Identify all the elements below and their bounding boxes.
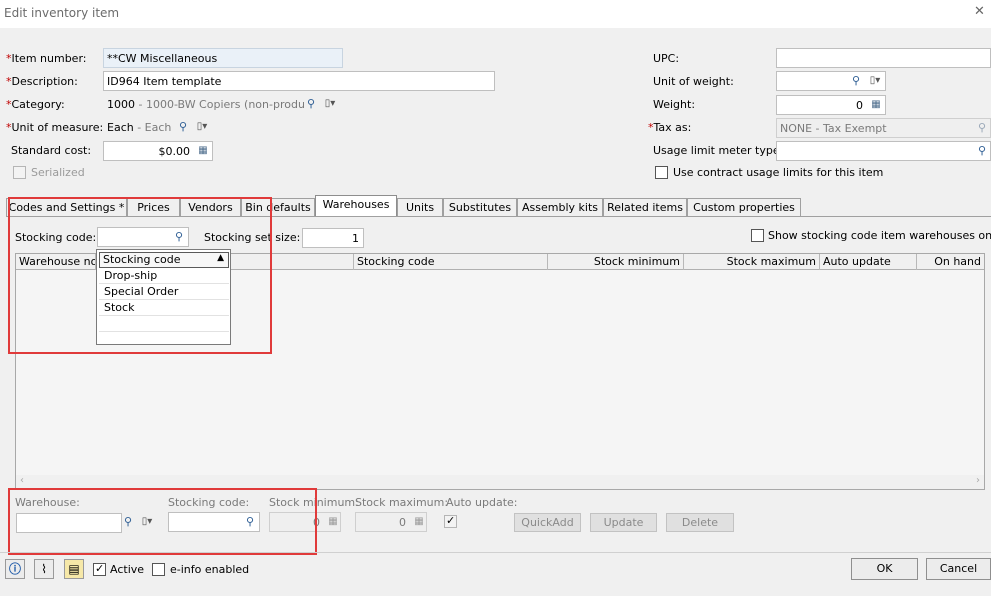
tab-custom-properties[interactable]: Custom properties bbox=[687, 198, 801, 216]
active-checkbox[interactable] bbox=[93, 562, 106, 576]
cancel-button[interactable]: Cancel bbox=[926, 558, 991, 580]
info-icon[interactable]: ⓘ bbox=[5, 559, 25, 579]
stocking-code-filter-label: Stocking code: bbox=[15, 231, 97, 244]
tab-assembly-kits[interactable]: Assembly kits bbox=[517, 198, 603, 216]
calculator-icon[interactable]: ▦ bbox=[326, 515, 340, 529]
active-label: Active bbox=[110, 563, 145, 576]
tab-bin-defaults[interactable]: Bin defaults bbox=[241, 198, 315, 216]
weight-field[interactable]: 0 ▦ bbox=[776, 95, 886, 115]
stocking-code-dropdown[interactable]: Stocking code ▲ Drop-ship Special Order … bbox=[96, 249, 231, 345]
search-icon[interactable]: ⚲ bbox=[243, 515, 257, 529]
ok-button[interactable]: OK bbox=[851, 558, 918, 580]
upc-label: UPC: bbox=[653, 52, 680, 65]
dropdown-option-special-order[interactable]: Special Order bbox=[99, 284, 229, 300]
col-auto-update[interactable]: Auto update bbox=[820, 254, 917, 270]
lookup-dropdown-icon[interactable]: ▯▾ bbox=[865, 74, 885, 88]
contract-usage-label: Use contract usage limits for this item bbox=[673, 166, 884, 179]
contract-usage-checkbox[interactable] bbox=[655, 166, 668, 179]
upc-field[interactable] bbox=[776, 48, 991, 68]
standard-cost-label: Standard cost: bbox=[11, 144, 92, 157]
window-title: Edit inventory item bbox=[4, 6, 120, 20]
item-number-field[interactable]: **CW Miscellaneous bbox=[103, 48, 343, 68]
footer-divider bbox=[0, 552, 991, 553]
notes-icon[interactable]: ▤ bbox=[64, 559, 84, 579]
item-number-label: *Item number: bbox=[6, 52, 87, 65]
search-icon[interactable]: ⚲ bbox=[975, 144, 989, 158]
einfo-checkbox[interactable] bbox=[152, 563, 165, 576]
col-stocking-code[interactable]: Stocking code bbox=[354, 254, 548, 270]
tab-units[interactable]: Units bbox=[397, 198, 443, 216]
tab-prices[interactable]: Prices bbox=[127, 198, 180, 216]
col-stock-maximum[interactable]: Stock maximum bbox=[684, 254, 820, 270]
search-icon[interactable]: ⚲ bbox=[975, 121, 989, 135]
calculator-icon[interactable]: ▦ bbox=[869, 98, 883, 112]
tab-vendors[interactable]: Vendors bbox=[180, 198, 241, 216]
dropdown-empty-row bbox=[99, 316, 229, 332]
standard-cost-field[interactable]: $0.00 ▦ bbox=[103, 141, 213, 161]
dropdown-header[interactable]: Stocking code ▲ bbox=[99, 252, 229, 268]
col-stock-minimum[interactable]: Stock minimum bbox=[548, 254, 684, 270]
search-icon[interactable]: ⚲ bbox=[304, 97, 318, 111]
stocking-set-size-field[interactable]: 1 bbox=[302, 228, 364, 248]
einfo-label: e-info enabled bbox=[170, 563, 250, 576]
tax-as-field[interactable]: NONE - Tax Exempt ⚲ bbox=[776, 118, 991, 138]
sort-ascending-icon: ▲ bbox=[217, 253, 224, 263]
delete-button[interactable]: Delete bbox=[666, 513, 734, 532]
scroll-left-icon[interactable]: ‹ bbox=[20, 475, 24, 486]
calculator-icon[interactable]: ▦ bbox=[196, 144, 210, 158]
stocking-code-edit-field[interactable]: ⚲ bbox=[168, 512, 260, 532]
usage-limit-field[interactable]: ⚲ bbox=[776, 141, 991, 161]
stocking-code-edit-label: Stocking code: bbox=[168, 496, 250, 509]
tab-substitutes[interactable]: Substitutes bbox=[443, 198, 517, 216]
attachment-icon[interactable]: ⌇ bbox=[34, 559, 54, 579]
lookup-dropdown-icon[interactable]: ▯▾ bbox=[137, 515, 157, 529]
auto-update-edit-label: Auto update: bbox=[446, 496, 518, 509]
update-button[interactable]: Update bbox=[590, 513, 657, 532]
stocking-code-filter-field[interactable]: ⚲ bbox=[97, 227, 189, 247]
lookup-dropdown-icon[interactable]: ▯▾ bbox=[320, 97, 340, 111]
category-label: *Category: bbox=[6, 98, 65, 111]
search-icon[interactable]: ⚲ bbox=[176, 120, 190, 134]
search-icon[interactable]: ⚲ bbox=[172, 230, 186, 244]
auto-update-checkbox[interactable] bbox=[444, 514, 457, 528]
uom-label: *Unit of measure: bbox=[6, 121, 104, 134]
quickadd-button[interactable]: QuickAdd bbox=[514, 513, 581, 532]
show-stocking-label: Show stocking code item warehouses only bbox=[768, 229, 991, 242]
close-icon[interactable]: ✕ bbox=[974, 4, 985, 19]
stocking-set-size-label: Stocking set size: bbox=[204, 231, 301, 244]
stock-minimum-edit-field[interactable]: 0 ▦ bbox=[269, 512, 341, 532]
scroll-right-icon[interactable]: › bbox=[976, 475, 980, 486]
horizontal-scrollbar[interactable]: ‹ › bbox=[16, 475, 984, 489]
usage-limit-label: Usage limit meter type: bbox=[653, 144, 784, 157]
unit-of-weight-field[interactable]: ⚲ ▯▾ bbox=[776, 71, 886, 91]
stock-maximum-edit-field[interactable]: 0 ▦ bbox=[355, 512, 427, 532]
dropdown-option-drop-ship[interactable]: Drop-ship bbox=[99, 268, 229, 284]
col-on-hand[interactable]: On hand bbox=[917, 254, 984, 270]
warehouse-edit-field[interactable]: ⚲ ▯▾ bbox=[15, 512, 159, 533]
description-field[interactable]: ID964 Item template bbox=[103, 71, 495, 91]
description-label: *Description: bbox=[6, 75, 78, 88]
unit-of-weight-label: Unit of weight: bbox=[653, 75, 734, 88]
weight-label: Weight: bbox=[653, 98, 696, 111]
tab-warehouses[interactable]: Warehouses bbox=[315, 195, 397, 216]
stock-minimum-edit-label: Stock minimum: bbox=[269, 496, 359, 509]
col-warehouse-no[interactable]: Warehouse no. bbox=[16, 254, 96, 270]
warehouse-edit-label: Warehouse: bbox=[15, 496, 80, 509]
search-icon[interactable]: ⚲ bbox=[849, 74, 863, 88]
title-bar bbox=[0, 0, 991, 28]
serialized-label: Serialized bbox=[31, 166, 85, 179]
calculator-icon[interactable]: ▦ bbox=[412, 515, 426, 529]
stock-maximum-edit-label: Stock maximum: bbox=[355, 496, 449, 509]
uom-field[interactable]: Each - Each ⚲ ▯▾ bbox=[103, 117, 213, 137]
tab-related-items[interactable]: Related items bbox=[603, 198, 687, 216]
dropdown-option-stock[interactable]: Stock bbox=[99, 300, 229, 316]
tab-codes-and-settings[interactable]: Codes and Settings * bbox=[6, 198, 127, 216]
search-icon[interactable]: ⚲ bbox=[121, 515, 135, 529]
lookup-dropdown-icon[interactable]: ▯▾ bbox=[192, 120, 212, 134]
category-field[interactable]: 1000 - 1000-BW Copiers (non-production ⚲… bbox=[103, 94, 343, 114]
show-stocking-checkbox[interactable] bbox=[751, 229, 764, 242]
tax-as-label: *Tax as: bbox=[648, 121, 692, 134]
serialized-checkbox[interactable] bbox=[13, 166, 26, 179]
